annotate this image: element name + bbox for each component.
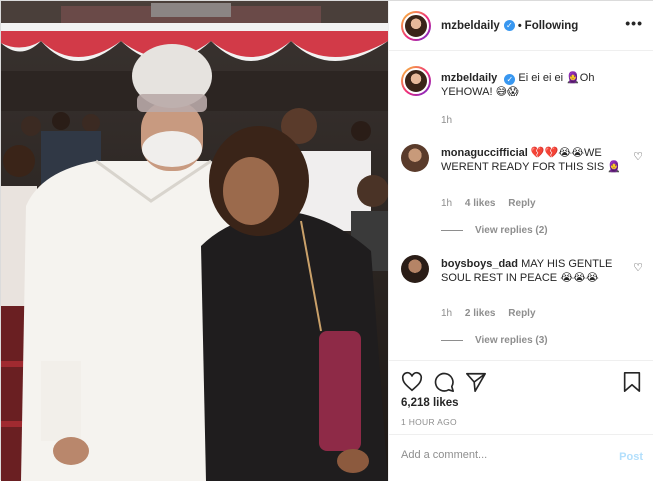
action-icons — [401, 371, 643, 393]
instagram-post: mzbeldaily ✓ • Following ••• mzbeldaily … — [0, 0, 653, 481]
heart-icon[interactable] — [401, 371, 423, 393]
comment-icon[interactable] — [433, 371, 455, 393]
view-replies-button[interactable]: View replies (3) — [441, 335, 548, 346]
comment-item: boysboys_dad MAY HIS GENTLE SOUL REST IN… — [401, 255, 643, 351]
post-header: mzbeldaily ✓ • Following ••• — [389, 1, 653, 51]
comments-section[interactable]: mzbeldaily ✓ Ei ei ei ei 🧕Oh YEHOWA! 😅😱 … — [389, 52, 653, 359]
photo-illustration — [1, 1, 388, 481]
bookmark-icon[interactable] — [621, 371, 643, 393]
commenter-avatar[interactable] — [401, 144, 429, 172]
likes-count[interactable]: 6,218 likes — [401, 397, 459, 409]
comment-like-heart-icon[interactable]: ♡ — [633, 150, 643, 163]
post-actions: 6,218 likes 1 HOUR AGO — [389, 360, 653, 427]
comment-text-block: monaguccifficial 💔💔😭😭WE WERENT READY FOR… — [441, 146, 625, 174]
caption-username[interactable]: mzbeldaily — [441, 72, 497, 84]
commenter-avatar[interactable] — [401, 255, 429, 283]
share-icon[interactable] — [465, 371, 487, 393]
comment-meta: 1h 2 likes Reply — [441, 308, 546, 319]
comment-reply-button[interactable]: Reply — [508, 308, 535, 319]
caption-time: 1h — [441, 115, 453, 126]
post-timestamp: 1 HOUR AGO — [401, 417, 457, 427]
comment-username[interactable]: monaguccifficial — [441, 147, 528, 159]
add-comment-input[interactable] — [401, 449, 601, 461]
add-comment-bar: Post — [389, 434, 653, 481]
author-username[interactable]: mzbeldaily — [441, 20, 500, 32]
comment-item: monaguccifficial 💔💔😭😭WE WERENT READY FOR… — [401, 144, 643, 240]
comment-username[interactable]: boysboys_dad — [441, 258, 518, 270]
caption-avatar[interactable] — [401, 66, 431, 96]
replies-divider — [441, 340, 463, 341]
header-separator: • — [517, 19, 522, 32]
comment-text-block: boysboys_dad MAY HIS GENTLE SOUL REST IN… — [441, 257, 625, 285]
caption-meta: 1h — [441, 115, 462, 126]
author-avatar[interactable] — [401, 10, 431, 41]
comment-like-heart-icon[interactable]: ♡ — [633, 261, 643, 274]
following-button[interactable]: Following — [525, 20, 579, 32]
post-comment-button[interactable]: Post — [619, 451, 643, 463]
verified-badge-icon: ✓ — [503, 20, 515, 31]
post-side-panel: mzbeldaily ✓ • Following ••• mzbeldaily … — [388, 1, 653, 481]
view-replies-label[interactable]: View replies (2) — [475, 225, 548, 236]
comment-likes[interactable]: 2 likes — [465, 308, 496, 319]
post-photo[interactable] — [1, 1, 388, 481]
comment-reply-button[interactable]: Reply — [508, 198, 535, 209]
view-replies-label[interactable]: View replies (3) — [475, 335, 548, 346]
comment-time: 1h — [441, 198, 453, 209]
comment-likes[interactable]: 4 likes — [465, 198, 496, 209]
caption: mzbeldaily ✓ Ei ei ei ei 🧕Oh YEHOWA! 😅😱 … — [401, 66, 643, 128]
replies-divider — [441, 230, 463, 231]
comment-meta: 1h 4 likes Reply — [441, 198, 546, 209]
more-options-icon[interactable]: ••• — [625, 15, 643, 31]
caption-verified-icon: ✓ — [504, 74, 516, 85]
comment-time: 1h — [441, 308, 453, 319]
view-replies-button[interactable]: View replies (2) — [441, 225, 548, 236]
caption-text-block: mzbeldaily ✓ Ei ei ei ei 🧕Oh YEHOWA! 😅😱 — [441, 71, 625, 99]
